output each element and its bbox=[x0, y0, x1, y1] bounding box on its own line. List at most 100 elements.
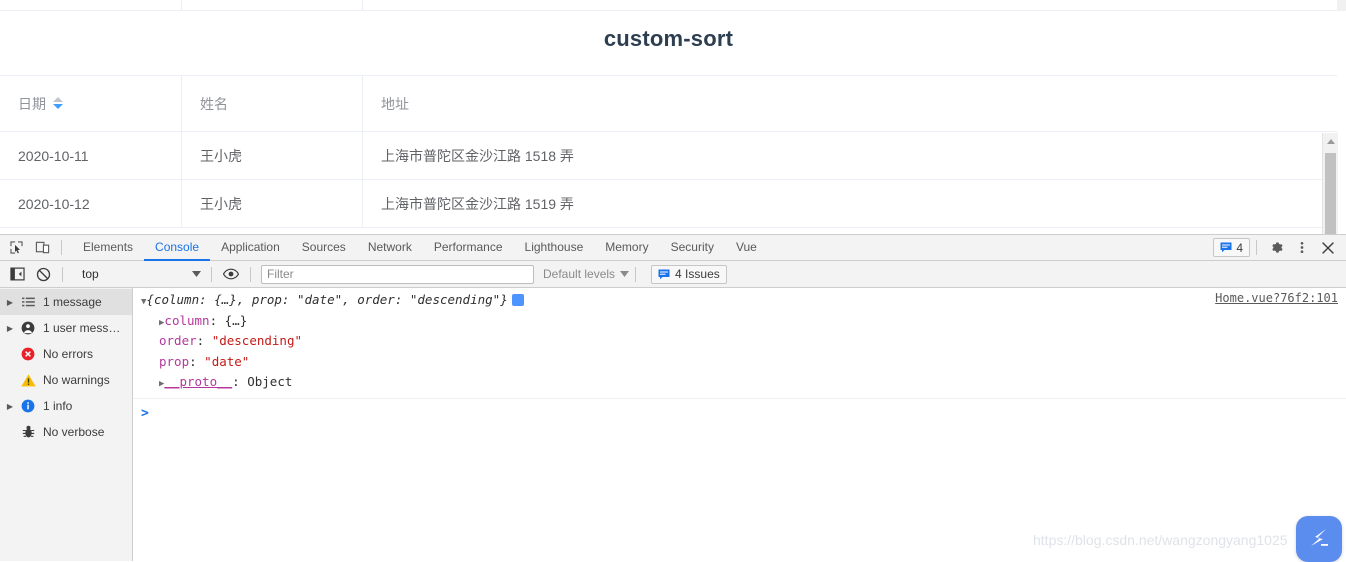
toolbar-divider bbox=[62, 266, 63, 282]
toolbar-divider bbox=[1256, 240, 1257, 255]
console-filter-input[interactable] bbox=[261, 264, 534, 284]
log-levels-label: Default levels bbox=[543, 267, 616, 281]
console-body: ▶ 1 message ▶ 1 user mess… No errors No … bbox=[0, 288, 1346, 561]
sidebar-label-info: 1 info bbox=[43, 399, 73, 413]
log-preview-line[interactable]: ▼{column: {…}, prop: "date", order: "des… bbox=[133, 291, 1346, 312]
tab-performance[interactable]: Performance bbox=[423, 235, 514, 261]
toolbar-divider bbox=[211, 266, 212, 282]
column-divider bbox=[362, 0, 363, 11]
tab-console[interactable]: Console bbox=[144, 235, 211, 261]
sidebar-item-user-messages[interactable]: ▶ 1 user mess… bbox=[0, 315, 132, 341]
sidebar-label-errors: No errors bbox=[43, 347, 94, 361]
preview-key-order: order: bbox=[357, 292, 410, 307]
console-filter-bar: top Default levels bbox=[0, 261, 1346, 288]
message-count-value: 4 bbox=[1236, 240, 1243, 255]
sidebar-item-errors[interactable]: No errors bbox=[0, 341, 132, 367]
table-header-cell-date[interactable]: 日期 bbox=[0, 76, 182, 131]
tab-elements[interactable]: Elements bbox=[72, 235, 144, 261]
sort-ascending-icon[interactable] bbox=[53, 96, 63, 102]
sort-caret-icon[interactable] bbox=[53, 96, 63, 109]
info-icon bbox=[17, 399, 39, 413]
cell-name: 王小虎 bbox=[182, 132, 363, 179]
preview-value-prop: "date" bbox=[296, 292, 343, 307]
console-prompt-row[interactable]: > bbox=[133, 399, 1346, 421]
chevron-down-icon bbox=[620, 271, 630, 277]
info-badge-icon[interactable]: i bbox=[509, 294, 524, 306]
property-separator: : bbox=[196, 333, 212, 348]
proto-value[interactable]: Object bbox=[247, 374, 292, 389]
console-sidebar-toggle-icon[interactable] bbox=[4, 262, 30, 286]
tab-lighthouse[interactable]: Lighthouse bbox=[514, 235, 595, 261]
scrollbar-thumb[interactable] bbox=[1325, 153, 1336, 234]
log-property-row[interactable]: ▶column: {…} bbox=[133, 312, 1346, 333]
sidebar-item-messages[interactable]: ▶ 1 message bbox=[0, 289, 132, 315]
tab-security[interactable]: Security bbox=[660, 235, 725, 261]
column-divider bbox=[181, 0, 182, 11]
tab-sources[interactable]: Sources bbox=[291, 235, 357, 261]
page-scrollbar-top-sliver[interactable] bbox=[1337, 0, 1346, 11]
cell-date: 2020-10-11 bbox=[0, 132, 182, 179]
log-levels-dropdown[interactable]: Default levels bbox=[543, 267, 630, 281]
table-header-cell-name: 姓名 bbox=[182, 76, 363, 131]
issues-label: 4 Issues bbox=[675, 267, 720, 281]
table-vertical-scrollbar[interactable] bbox=[1322, 133, 1338, 234]
expand-triangle-icon[interactable]: ▶ bbox=[3, 402, 17, 411]
tab-application[interactable]: Application bbox=[210, 235, 291, 261]
tab-network[interactable]: Network bbox=[357, 235, 423, 261]
preview-close-brace: } bbox=[500, 292, 508, 307]
devtools-tab-strip: Elements Console Application Sources Net… bbox=[72, 235, 1213, 261]
table-header-row: 日期 姓名 地址 bbox=[0, 75, 1337, 132]
property-separator: : bbox=[209, 312, 225, 328]
source-location-link[interactable]: Home.vue?76f2:101 bbox=[1215, 291, 1338, 305]
toolbar-divider bbox=[635, 266, 637, 282]
sidebar-item-verbose[interactable]: No verbose bbox=[0, 419, 132, 445]
web-page-area: custom-sort 日期 姓名 地址 2020-10-11 王小虎 上海市普… bbox=[0, 0, 1346, 234]
sidebar-label-warnings: No warnings bbox=[43, 373, 110, 387]
cell-address: 上海市普陀区金沙江路 1519 弄 bbox=[381, 195, 574, 212]
expand-triangle-icon[interactable]: ▶ bbox=[3, 324, 17, 333]
tab-memory[interactable]: Memory bbox=[594, 235, 659, 261]
tab-vue[interactable]: Vue bbox=[725, 235, 768, 261]
message-count-badge[interactable]: 4 bbox=[1213, 238, 1250, 257]
chevron-down-icon bbox=[192, 271, 201, 277]
inspect-element-icon[interactable] bbox=[3, 236, 29, 260]
log-proto-row[interactable]: ▶__proto__: Object bbox=[133, 373, 1346, 394]
property-key: order bbox=[159, 333, 197, 348]
preview-value-column: {…}, bbox=[214, 292, 252, 307]
scroll-up-arrow-icon[interactable] bbox=[1323, 133, 1338, 149]
table-header-cell-address: 地址 bbox=[363, 76, 1337, 131]
preview-key-column: column: bbox=[153, 292, 215, 307]
user-icon bbox=[17, 321, 39, 335]
table-row[interactable]: 2020-10-12 王小虎 上海市普陀区金沙江路 1519 弄 bbox=[0, 180, 1337, 228]
clear-console-icon[interactable] bbox=[30, 262, 56, 286]
js-context-dropdown[interactable]: top bbox=[69, 265, 205, 284]
speech-bubble-icon bbox=[1220, 242, 1232, 253]
device-toolbar-icon[interactable] bbox=[29, 236, 55, 260]
issues-button[interactable]: 4 Issues bbox=[651, 264, 727, 284]
property-separator: : bbox=[232, 374, 248, 389]
toolbar-divider bbox=[61, 240, 62, 255]
preview-key-prop: prop: bbox=[251, 292, 297, 307]
sort-descending-icon[interactable] bbox=[53, 103, 63, 109]
sidebar-item-warnings[interactable]: No warnings bbox=[0, 367, 132, 393]
property-value[interactable]: {…} bbox=[225, 313, 248, 328]
sidebar-item-info[interactable]: ▶ 1 info bbox=[0, 393, 132, 419]
issues-icon bbox=[658, 269, 670, 280]
table-header-label-name: 姓名 bbox=[200, 95, 228, 112]
live-expression-eye-icon[interactable] bbox=[218, 262, 244, 286]
data-table: 日期 姓名 地址 2020-10-11 王小虎 上海市普陀区金沙江路 1518 … bbox=[0, 75, 1337, 228]
devtools-toolbar: Elements Console Application Sources Net… bbox=[0, 235, 1346, 261]
console-log-entry[interactable]: ▼{column: {…}, prop: "date", order: "des… bbox=[133, 288, 1346, 399]
expand-triangle-icon[interactable]: ▶ bbox=[3, 298, 17, 307]
table-row[interactable]: 2020-10-11 王小虎 上海市普陀区金沙江路 1518 弄 bbox=[0, 132, 1337, 180]
close-icon[interactable] bbox=[1315, 236, 1341, 260]
js-context-value: top bbox=[82, 267, 99, 281]
devtools-panel: Elements Console Application Sources Net… bbox=[0, 234, 1346, 562]
page-right-edge bbox=[1338, 11, 1346, 234]
page-title: custom-sort bbox=[603, 26, 734, 51]
gear-icon[interactable] bbox=[1263, 236, 1289, 260]
kebab-menu-icon[interactable] bbox=[1289, 236, 1315, 260]
toolbar-divider bbox=[250, 266, 251, 282]
sidebar-label-messages: 1 message bbox=[43, 295, 102, 309]
csdn-logo-icon[interactable] bbox=[1296, 516, 1342, 562]
